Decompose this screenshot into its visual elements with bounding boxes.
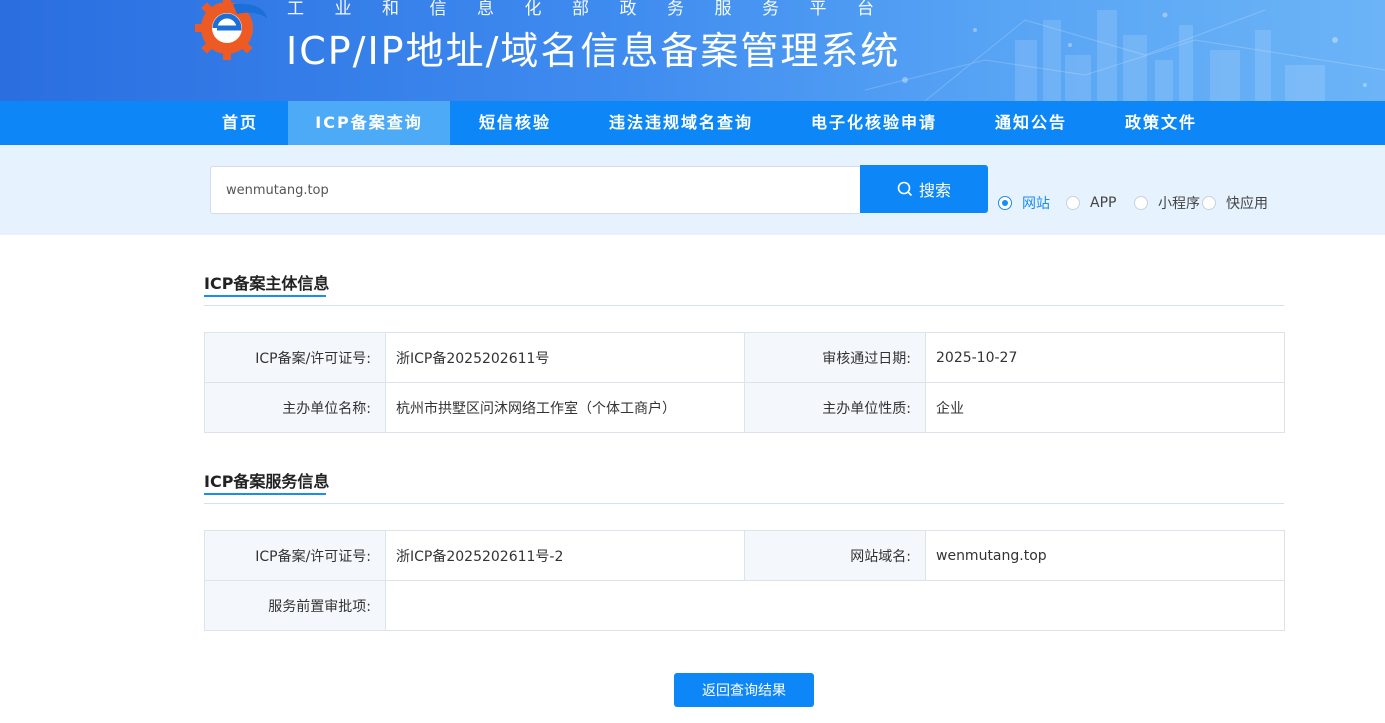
nav-item-e-verify-apply[interactable]: 电子化核验申请 [796,101,952,145]
subject-info-table: ICP备案/许可证号: 浙ICP备2025202611号 审核通过日期: 202… [204,332,1285,433]
table-row: 主办单位名称: 杭州市拱墅区问沐网络工作室（个体工商户） 主办单位性质: 企业 [204,382,1285,433]
radio-app[interactable]: APP [1066,194,1116,212]
service-license-label: ICP备案/许可证号: [204,530,386,581]
preapproval-value [385,580,1285,631]
section-divider [204,503,1284,504]
radio-label: APP [1090,195,1117,211]
main-nav: 首页 ICP备案查询 短信核验 违法违规域名查询 电子化核验申请 通知公告 政策… [0,101,1385,145]
radio-quick-app[interactable]: 快应用 [1202,194,1268,212]
header-banner: 工业和信息化部政务服务平台 ICP/IP地址/域名信息备案管理系统 [0,0,1385,101]
table-row: ICP备案/许可证号: 浙ICP备2025202611号-2 网站域名: wen… [204,530,1285,581]
radio-unchecked-icon [1202,196,1216,210]
back-to-results-button[interactable]: 返回查询结果 [674,673,814,707]
radio-unchecked-icon [1066,196,1080,210]
preapproval-label: 服务前置审批项: [204,580,386,631]
table-row: ICP备案/许可证号: 浙ICP备2025202611号 审核通过日期: 202… [204,332,1285,383]
domain-label: 网站域名: [744,530,926,581]
radio-unchecked-icon [1134,196,1148,210]
search-band: 搜索 网站 APP 小程序 快应用 [0,145,1385,235]
radio-mini-program[interactable]: 小程序 [1134,194,1200,212]
radio-checked-icon [998,196,1012,210]
nav-item-home[interactable]: 首页 [203,101,277,145]
approve-date-value: 2025-10-27 [925,332,1285,383]
nav-item-illegal-domain-query[interactable]: 违法违规域名查询 [594,101,768,145]
search-icon [897,181,913,197]
service-license-value: 浙ICP备2025202611号-2 [385,530,745,581]
search-button-label: 搜索 [918,181,951,200]
radio-label: 网站 [1022,196,1050,212]
system-title: ICP/IP地址/域名信息备案管理系统 [286,29,901,73]
service-info-table: ICP备案/许可证号: 浙ICP备2025202611号-2 网站域名: wen… [204,530,1285,631]
section-title-underline [204,493,326,495]
radio-website[interactable]: 网站 [998,194,1050,212]
city-skyline-decoration [865,9,1385,101]
platform-subtitle: 工业和信息化部政务服务平台 [287,0,905,19]
nav-item-sms-verify[interactable]: 短信核验 [463,101,567,145]
nav-item-policy-docs[interactable]: 政策文件 [1110,101,1212,145]
radio-label: 小程序 [1158,196,1200,212]
table-row: 服务前置审批项: [204,580,1285,631]
section-title-underline [204,295,326,297]
license-value: 浙ICP备2025202611号 [385,332,745,383]
miit-logo-icon [195,0,267,60]
org-type-value: 企业 [925,382,1285,433]
domain-value: wenmutang.top [925,530,1285,581]
org-type-label: 主办单位性质: [744,382,926,433]
org-name-value: 杭州市拱墅区问沐网络工作室（个体工商户） [385,382,745,433]
license-label: ICP备案/许可证号: [204,332,386,383]
nav-item-icp-query[interactable]: ICP备案查询 [288,101,450,145]
subject-section-title: ICP备案主体信息 [204,274,330,293]
approve-date-label: 审核通过日期: [744,332,926,383]
service-section-title: ICP备案服务信息 [204,472,330,491]
radio-label: 快应用 [1226,196,1268,212]
nav-item-notices[interactable]: 通知公告 [980,101,1082,145]
section-divider [204,305,1284,306]
search-input[interactable] [210,166,860,214]
org-name-label: 主办单位名称: [204,382,386,433]
search-button[interactable]: 搜索 [860,165,988,213]
